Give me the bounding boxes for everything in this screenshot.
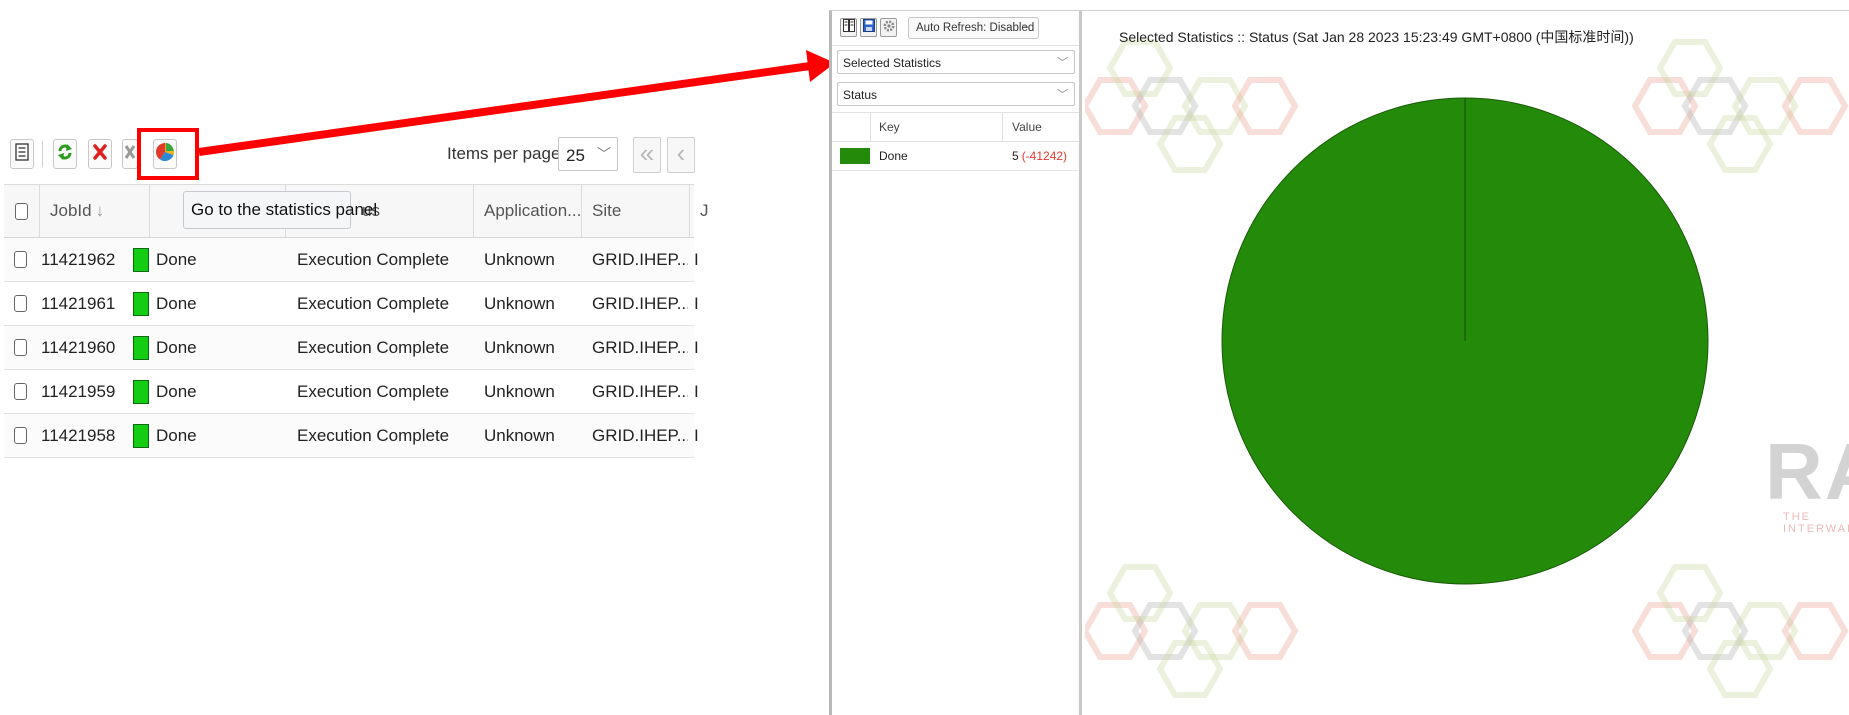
application-cell: Unknown: [484, 249, 555, 269]
key-row[interactable]: Done 5 (-41242): [832, 142, 1079, 171]
chevron-left-icon: ‹: [676, 138, 686, 168]
row-checkbox[interactable]: [14, 370, 34, 413]
sort-down-icon: ↓: [95, 201, 105, 220]
status-cell: Done: [156, 249, 197, 269]
site-cell: GRID.IHEP...: [592, 425, 688, 445]
chart-title: Selected Statistics :: Status (Sat Jan 2…: [1119, 29, 1634, 45]
job-id-cell: 11421961: [41, 293, 116, 313]
chevron-down-icon: ﹀: [1022, 25, 1032, 36]
kill-icon: [124, 143, 136, 166]
chevron-down-icon: ﹀: [1057, 89, 1068, 101]
statistics-sidebar: Auto Refresh: Disabled ﹀ Selected Statis…: [832, 11, 1082, 715]
key-delta: (-41242): [1021, 149, 1068, 163]
table-row[interactable]: 11421959 Done Execution Complete Unknown GRI…: [4, 370, 699, 414]
minor-status-cell: Execution Complete: [297, 337, 450, 357]
job-id-cell: 11421958: [41, 425, 116, 445]
column-header-jobid[interactable]: JobId ↓: [40, 185, 150, 237]
statistics-category-select[interactable]: Status ﹀: [837, 82, 1075, 106]
column-header-application[interactable]: Application...: [474, 185, 582, 237]
column-header-partial[interactable]: J: [690, 185, 709, 237]
pie-chart: [1221, 97, 1709, 585]
status-cell: Done: [156, 381, 197, 401]
job-id-cell: 11421962: [41, 249, 116, 269]
extra-cell: I: [694, 249, 699, 269]
row-checkbox[interactable]: [14, 282, 34, 325]
key-column-header: Key: [879, 120, 900, 134]
select-all-checkbox[interactable]: [4, 185, 40, 237]
minor-status-cell: Execution Complete: [297, 293, 450, 313]
gear-icon: [883, 19, 895, 37]
key-value-table: Key Value Done 5 (-41242): [832, 112, 1079, 171]
status-cell: Done: [156, 337, 197, 357]
legend-swatch: [840, 148, 870, 164]
first-page-button[interactable]: «: [633, 137, 661, 173]
items-per-page-select[interactable]: 25 ﹀: [558, 137, 618, 171]
save-icon: [862, 18, 875, 37]
status-indicator-icon: [133, 282, 153, 325]
auto-refresh-select[interactable]: Auto Refresh: Disabled ﹀: [908, 17, 1039, 39]
list-button[interactable]: [10, 139, 34, 169]
chevron-down-icon: ﹀: [1057, 57, 1068, 69]
chart-area: RAC THE INTERWAR Selected Statistics :: …: [1085, 11, 1849, 715]
minor-status-cell: Execution Complete: [297, 249, 450, 269]
settings-button[interactable]: [880, 18, 897, 37]
extra-cell: I: [694, 293, 699, 313]
refresh-icon: [57, 142, 73, 167]
table-row[interactable]: 11421962 Done Execution Complete Unknown GRI…: [4, 238, 699, 282]
highlight-box: [137, 128, 199, 180]
status-indicator-icon: [133, 414, 153, 457]
key-value: 5 (-41242): [1012, 149, 1068, 163]
statistics-toolbar: Auto Refresh: Disabled ﹀: [832, 11, 1079, 46]
status-indicator-icon: [133, 238, 153, 281]
key-table-header: Key Value: [832, 112, 1079, 142]
column-header-site[interactable]: Site: [582, 185, 690, 237]
delete-button[interactable]: [88, 139, 112, 169]
status-indicator-icon: [133, 370, 153, 413]
columns-icon: [842, 18, 855, 37]
status-cell: Done: [156, 293, 197, 313]
statistics-selection-select[interactable]: Selected Statistics ﹀: [837, 50, 1075, 74]
save-button[interactable]: [860, 18, 877, 37]
columns-button[interactable]: [840, 18, 857, 37]
status-indicator-icon: [133, 326, 153, 369]
row-checkbox[interactable]: [14, 326, 34, 369]
list-icon: [15, 142, 29, 166]
site-cell: GRID.IHEP...: [592, 337, 688, 357]
row-checkbox[interactable]: [14, 414, 34, 457]
table-row[interactable]: 11421961 Done Execution Complete Unknown GRI…: [4, 282, 699, 326]
job-id-cell: 11421960: [41, 337, 116, 357]
job-monitor-panel: Items per page: 25 ﹀ « ‹ JobId ↓ us Appl…: [0, 0, 709, 714]
extra-cell: I: [694, 425, 699, 445]
refresh-button[interactable]: [53, 139, 77, 169]
items-per-page-value: 25: [566, 146, 585, 165]
minor-status-cell: Execution Complete: [297, 381, 450, 401]
extra-cell: I: [694, 381, 699, 401]
chevron-down-icon: ﹀: [597, 146, 611, 162]
status-cell: Done: [156, 425, 197, 445]
kill-button[interactable]: [122, 139, 138, 169]
site-cell: GRID.IHEP...: [592, 381, 688, 401]
double-chevron-left-icon: «: [639, 138, 655, 168]
statistics-panel: Auto Refresh: Disabled ﹀ Selected Statis…: [829, 10, 1849, 715]
site-cell: GRID.IHEP...: [592, 293, 688, 313]
key-label: Done: [879, 149, 908, 163]
value-column-header: Value: [1012, 120, 1042, 134]
minor-status-cell: Execution Complete: [297, 425, 450, 445]
row-checkbox[interactable]: [14, 238, 34, 281]
job-id-cell: 11421959: [41, 381, 116, 401]
previous-page-button[interactable]: ‹: [667, 137, 695, 173]
delete-icon: [92, 143, 108, 166]
toolbar-divider: [42, 141, 43, 167]
application-cell: Unknown: [484, 425, 555, 445]
table-row[interactable]: 11421958 Done Execution Complete Unknown GRI…: [4, 414, 699, 458]
application-cell: Unknown: [484, 293, 555, 313]
application-cell: Unknown: [484, 381, 555, 401]
statistics-tooltip: Go to the statistics panel: [183, 191, 377, 229]
application-cell: Unknown: [484, 337, 555, 357]
extra-cell: I: [694, 337, 699, 357]
site-cell: GRID.IHEP...: [592, 249, 688, 269]
table-row[interactable]: 11421960 Done Execution Complete Unknown GRI…: [4, 326, 699, 370]
items-per-page-label: Items per page:: [447, 144, 566, 163]
